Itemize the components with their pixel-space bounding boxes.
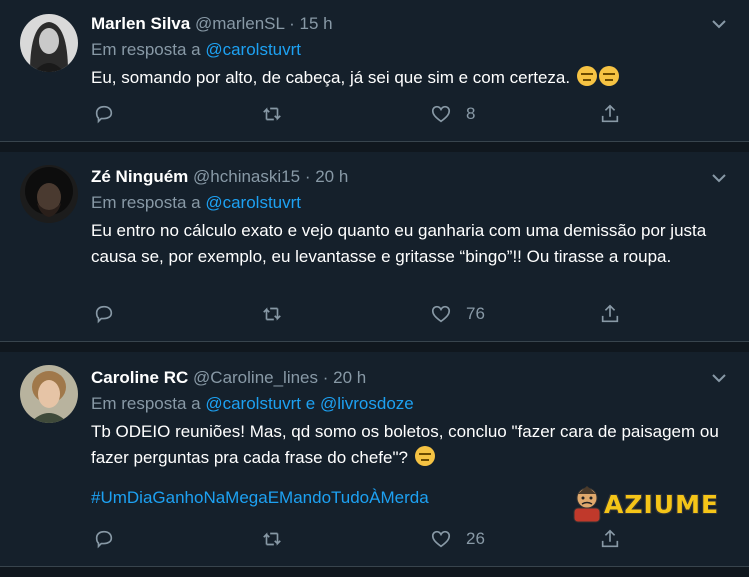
reply-and: e — [305, 394, 316, 413]
share-icon — [601, 304, 619, 323]
retweet-button[interactable] — [261, 528, 283, 550]
author-handle[interactable]: @marlenSL — [195, 14, 284, 33]
author-handle[interactable]: @hchinaski15 — [193, 167, 300, 186]
reply-button[interactable] — [93, 528, 115, 550]
share-button[interactable] — [599, 103, 621, 125]
tweet-text: Tb ODEIO reuniões! Mas, qd somo os bolet… — [91, 422, 719, 467]
retweet-icon — [263, 307, 281, 321]
like-button[interactable]: 8 — [430, 103, 475, 125]
like-icon — [431, 105, 451, 123]
retweet-button[interactable] — [261, 103, 283, 125]
tweet-separator — [0, 567, 749, 577]
tweet-1[interactable]: Marlen Silva @marlenSL · 15 h Em respost… — [0, 0, 749, 142]
watermark-text: AZIUME — [604, 489, 720, 519]
author-name[interactable]: Caroline RC — [91, 368, 188, 387]
neutral-face-emoji — [598, 66, 619, 86]
timestamp[interactable]: 15 h — [299, 14, 332, 33]
reply-icon — [95, 305, 113, 324]
timestamp[interactable]: 20 h — [333, 368, 366, 387]
author-name[interactable]: Zé Ninguém — [91, 167, 188, 186]
like-count: 8 — [466, 104, 476, 123]
tweet-separator — [0, 342, 749, 352]
share-button[interactable] — [599, 303, 621, 325]
reply-icon — [95, 530, 113, 549]
neutral-face-emoji — [414, 446, 435, 466]
action-bar: 8 — [91, 103, 651, 127]
avatar-ze[interactable] — [20, 165, 78, 223]
reply-prefix: Em resposta a — [91, 40, 201, 59]
action-bar: 26 — [91, 528, 651, 552]
separator-dot: · — [304, 167, 311, 186]
avatar-caroline[interactable] — [20, 365, 78, 423]
reply-prefix: Em resposta a — [91, 394, 201, 413]
separator-dot: · — [322, 368, 329, 387]
separator-dot: · — [289, 14, 295, 33]
author-name[interactable]: Marlen Silva — [91, 14, 190, 33]
share-icon — [601, 104, 619, 123]
reply-to-link[interactable]: @carolstuvrt — [205, 193, 301, 212]
like-count: 26 — [466, 529, 485, 548]
share-icon — [601, 529, 619, 548]
aziume-watermark: AZIUME — [570, 484, 719, 524]
reply-to-link[interactable]: @carolstuvrt — [205, 40, 301, 59]
tweet-2[interactable]: Zé Ninguém @hchinaski15 · 20 h Em respos… — [0, 152, 749, 342]
like-button[interactable]: 76 — [430, 303, 485, 325]
retweet-button[interactable] — [261, 303, 283, 325]
reply-button[interactable] — [93, 103, 115, 125]
aziume-mascot-icon — [573, 486, 601, 523]
tweet-text-container: Eu, somando por alto, de cabeça, já sei … — [91, 65, 729, 91]
tweet-text: Eu, somando por alto, de cabeça, já sei … — [91, 68, 571, 87]
reply-to-link-2[interactable]: @livrosdoze — [320, 394, 414, 413]
tweet-separator — [0, 142, 749, 152]
like-button[interactable]: 26 — [430, 528, 485, 550]
avatar-marlen[interactable] — [20, 14, 78, 72]
share-button[interactable] — [599, 528, 621, 550]
retweet-icon — [263, 532, 281, 546]
author-handle[interactable]: @Caroline_lines — [193, 368, 318, 387]
like-count: 76 — [466, 304, 485, 323]
tweet-text-container: Tb ODEIO reuniões! Mas, qd somo os bolet… — [91, 419, 729, 471]
timestamp[interactable]: 20 h — [315, 167, 348, 186]
reply-prefix: Em resposta a — [91, 193, 201, 212]
tweet-3[interactable]: Caroline RC @Caroline_lines · 20 h Em re… — [0, 352, 749, 567]
neutral-face-emoji — [576, 66, 597, 86]
tweet-text: Eu entro no cálculo exato e vejo quanto … — [91, 221, 707, 266]
reply-button[interactable] — [93, 303, 115, 325]
reply-icon — [95, 105, 113, 124]
like-icon — [431, 530, 451, 548]
reply-to-link[interactable]: @carolstuvrt — [205, 394, 301, 413]
retweet-icon — [263, 107, 281, 121]
like-icon — [431, 305, 451, 323]
action-bar: 76 — [91, 303, 651, 327]
